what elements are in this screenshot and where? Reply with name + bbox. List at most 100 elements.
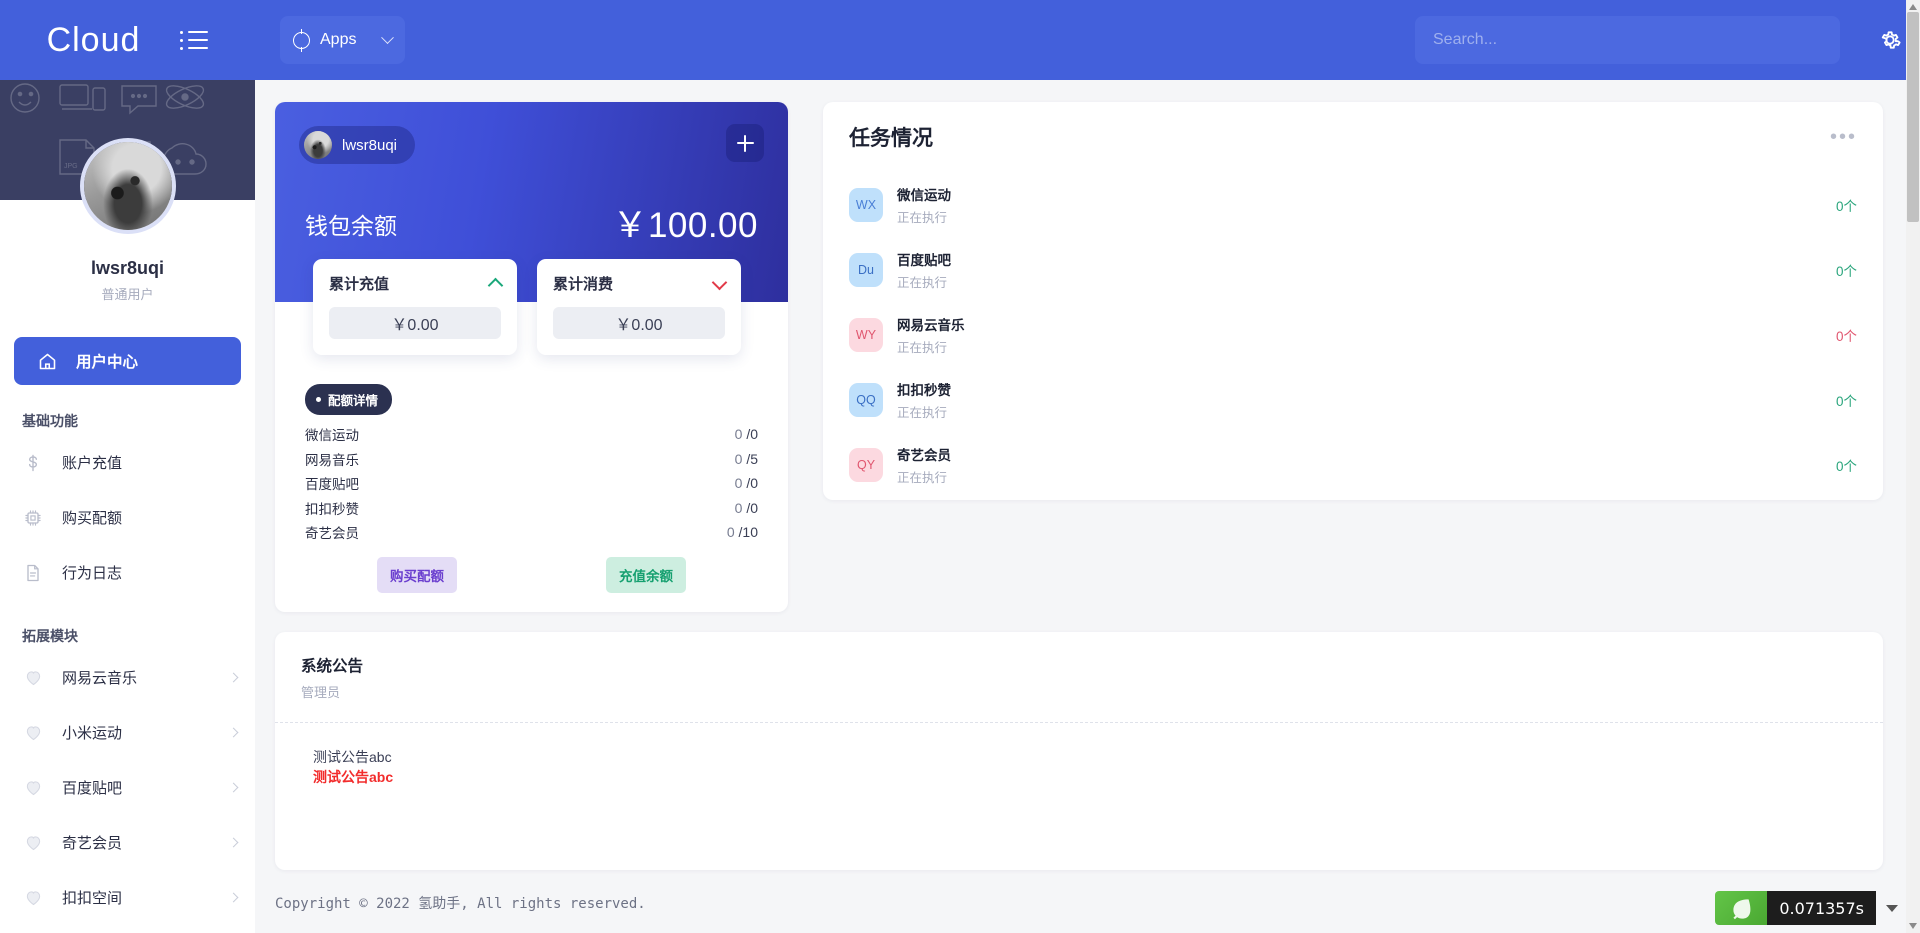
arrow-down-icon xyxy=(711,274,728,290)
wallet-balance-label: 钱包余额 xyxy=(305,213,397,239)
sidebar-item-account-recharge[interactable]: 账户充值 xyxy=(0,435,255,490)
sidebar-item-user-center[interactable]: 用户中心 xyxy=(14,337,241,385)
app-brand: Cloud xyxy=(46,20,141,59)
sidebar-item-xiaomi-sport[interactable]: 小米运动 xyxy=(0,705,255,760)
quota-total: /10 xyxy=(738,524,758,541)
stat-card-total-recharge[interactable]: 累计充值 ￥0.00 xyxy=(313,259,517,355)
scroll-down-arrow-icon[interactable] xyxy=(1909,923,1917,929)
quota-row: 扣扣秒赞 0 /0 xyxy=(305,496,758,521)
footer-copyright: Copyright © 2022 氢助手, All rights reserve… xyxy=(275,896,646,912)
quota-total: /0 xyxy=(746,426,758,443)
task-avatar: Du xyxy=(849,252,883,287)
heart-icon xyxy=(22,722,44,744)
sidebar-item-netease-music[interactable]: 网易云音乐 xyxy=(0,650,255,705)
apps-button-label: Apps xyxy=(320,31,357,48)
stat-title: 累计充值 xyxy=(329,276,390,293)
task-row[interactable]: QY 奇艺会员 正在执行 0个 xyxy=(849,432,1857,497)
task-avatar: QQ xyxy=(849,382,883,417)
sidebar-item-baidu-tieba[interactable]: 百度贴吧 xyxy=(0,760,255,815)
task-row[interactable]: QQ 扣扣秒赞 正在执行 0个 xyxy=(849,367,1857,432)
home-icon xyxy=(36,350,58,372)
menu-toggle-icon[interactable] xyxy=(180,30,209,50)
task-count: 0个 xyxy=(1835,263,1857,279)
debug-toolbar[interactable]: 0.071357s xyxy=(1715,891,1898,925)
wallet-user-chip[interactable]: lwsr8uqi xyxy=(299,126,416,164)
sidebar-item-action-log[interactable]: 行为日志 xyxy=(0,545,255,600)
task-avatar: WY xyxy=(849,317,883,352)
more-options-icon[interactable]: ••• xyxy=(1830,127,1857,147)
quota-used: 0 xyxy=(734,450,743,467)
caret-down-icon[interactable] xyxy=(1886,904,1898,912)
avatar-image xyxy=(83,142,172,230)
profile-block: lwsr8uqi 普通用户 xyxy=(0,138,255,321)
task-count: 0个 xyxy=(1835,328,1857,344)
task-count: 0个 xyxy=(1835,458,1857,474)
quota-name: 百度贴吧 xyxy=(305,477,359,493)
notice-body: 测试公告abc 测试公告abc xyxy=(301,747,1857,787)
chip-avatar-image xyxy=(304,131,332,159)
quota-total: /0 xyxy=(746,475,758,492)
quota-total: /5 xyxy=(746,450,758,467)
scroll-up-arrow-icon[interactable] xyxy=(1909,4,1917,10)
arrow-up-icon xyxy=(487,277,504,293)
wallet-user-name: lwsr8uqi xyxy=(342,136,398,154)
app-root: Cloud Apps Search... JPG lwsr8uqi 普通用户 用… xyxy=(0,0,1920,933)
task-name: 扣扣秒赞 xyxy=(897,382,951,398)
apps-dropdown-button[interactable]: Apps xyxy=(280,16,405,64)
stat-card-total-spend[interactable]: 累计消费 ￥0.00 xyxy=(537,259,741,355)
quota-name: 网易音乐 xyxy=(305,452,359,468)
chevron-right-icon xyxy=(228,892,239,903)
quota-row: 网易音乐 0 /5 xyxy=(305,447,758,472)
chevron-right-icon xyxy=(228,837,239,848)
chip-icon xyxy=(22,507,44,529)
quota-used: 0 xyxy=(734,426,743,443)
quota-used: 0 xyxy=(726,524,735,541)
brand-zone: Cloud xyxy=(0,0,255,80)
scrollbar-thumb[interactable] xyxy=(1907,12,1919,222)
profile-role: 普通用户 xyxy=(101,287,154,302)
dollar-icon xyxy=(22,452,44,474)
task-name: 百度贴吧 xyxy=(897,252,951,268)
stat-value: ￥0.00 xyxy=(329,307,501,339)
wallet-card: lwsr8uqi 钱包余额 ￥100.00 累计充值 ￥0.00 累计消费 ￥0… xyxy=(275,102,788,612)
sidebar-item-label: 奇艺会员 xyxy=(62,835,123,852)
task-row[interactable]: WY 网易云音乐 正在执行 0个 xyxy=(849,302,1857,367)
sidebar-item-label: 用户中心 xyxy=(76,354,139,371)
notice-title: 系统公告 xyxy=(301,658,364,675)
buy-quota-button[interactable]: 购买配额 xyxy=(377,557,457,593)
bullet-dot-icon xyxy=(316,397,321,402)
recharge-balance-button[interactable]: 充值余额 xyxy=(606,557,686,593)
sidebar-item-qq-zone[interactable]: 扣扣空间 xyxy=(0,870,255,925)
wallet-actions: 购买配额 充值余额 xyxy=(305,557,758,593)
task-name: 奇艺会员 xyxy=(897,447,951,463)
sidebar-item-buy-quota[interactable]: 购买配额 xyxy=(0,490,255,545)
page-scrollbar[interactable] xyxy=(1906,0,1920,933)
add-button[interactable] xyxy=(726,124,764,162)
task-avatar: QY xyxy=(849,447,883,482)
task-row[interactable]: WX 微信运动 正在执行 0个 xyxy=(849,172,1857,237)
sidebar-group-title-basic: 基础功能 xyxy=(22,413,78,429)
task-status: 正在执行 xyxy=(897,340,948,355)
quota-used: 0 xyxy=(734,475,743,492)
sidebar-item-iqiyi-vip[interactable]: 奇艺会员 xyxy=(0,815,255,870)
sidebar-item-label: 扣扣空间 xyxy=(62,890,123,907)
quota-values: 0 /0 xyxy=(735,500,758,516)
sidebar-item-label: 网易云音乐 xyxy=(62,670,138,687)
quota-name: 扣扣秒赞 xyxy=(305,501,359,517)
task-status: 正在执行 xyxy=(897,405,948,420)
sidebar-item-label: 小米运动 xyxy=(62,725,123,742)
target-icon xyxy=(293,28,310,52)
task-row[interactable]: Du 百度贴吧 正在执行 0个 xyxy=(849,237,1857,302)
notice-line-highlight: 测试公告abc xyxy=(313,769,394,785)
quota-values: 0 /0 xyxy=(735,475,758,491)
task-status-card: 任务情况 ••• WX 微信运动 正在执行 0个 Du 百度贴吧 正在执行 0个… xyxy=(823,102,1883,500)
task-name: 微信运动 xyxy=(897,187,951,203)
debug-timer-value: 0.071357s xyxy=(1767,891,1876,925)
avatar[interactable] xyxy=(79,138,176,234)
sidebar-group-title-extensions: 拓展模块 xyxy=(22,628,78,644)
chevron-right-icon xyxy=(228,782,239,793)
search-input[interactable] xyxy=(1415,16,1840,64)
heart-icon xyxy=(22,832,44,854)
task-avatar: WX xyxy=(849,187,883,222)
quota-row: 微信运动 0 /0 xyxy=(305,422,758,447)
